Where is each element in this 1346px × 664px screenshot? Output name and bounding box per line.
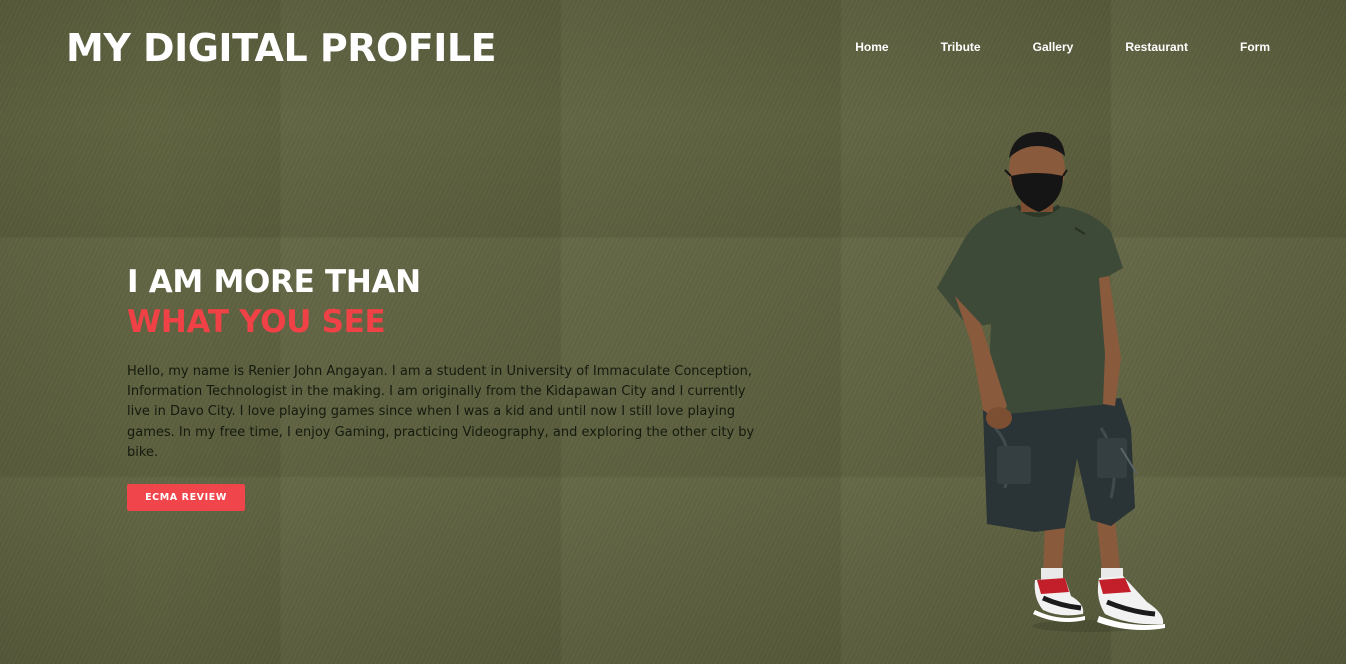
nav-link-home[interactable]: Home — [855, 40, 888, 54]
nav-link-restaurant[interactable]: Restaurant — [1125, 40, 1188, 54]
nav-link-tribute[interactable]: Tribute — [941, 40, 981, 54]
main-nav: Home Tribute Gallery Restaurant Form — [803, 40, 1270, 54]
headline-line-2: WHAT YOU SEE — [127, 304, 386, 340]
headline-line-1: I AM MORE THAN — [127, 264, 421, 300]
ecma-review-button[interactable]: ECMA REVIEW — [127, 484, 245, 511]
site-logo[interactable]: MY DIGITAL PROFILE — [66, 26, 497, 70]
nav-link-form[interactable]: Form — [1240, 40, 1270, 54]
hero-bio: Hello, my name is Renier John Angayan. I… — [127, 364, 755, 460]
hero-headline: I AM MORE THAN WHAT YOU SEE — [127, 262, 421, 342]
profile-photo — [937, 132, 1165, 632]
nav-link-gallery[interactable]: Gallery — [1033, 40, 1074, 54]
